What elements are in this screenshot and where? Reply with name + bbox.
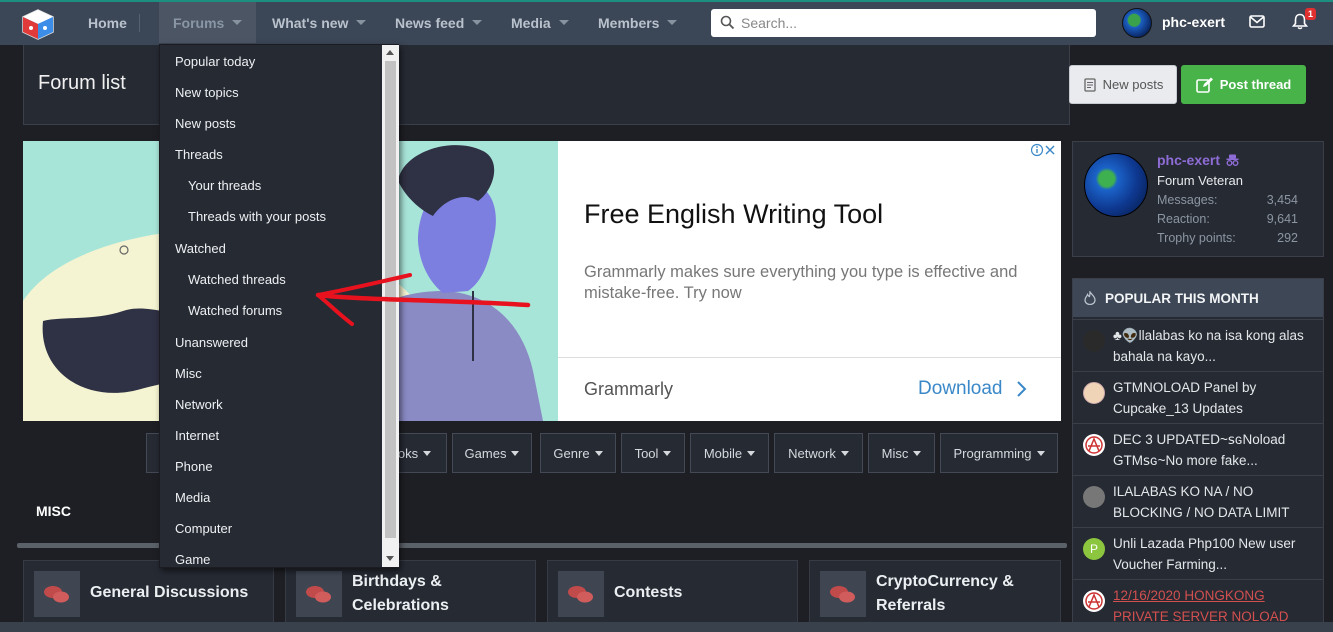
red-annotation-arrow-icon [315, 273, 531, 326]
